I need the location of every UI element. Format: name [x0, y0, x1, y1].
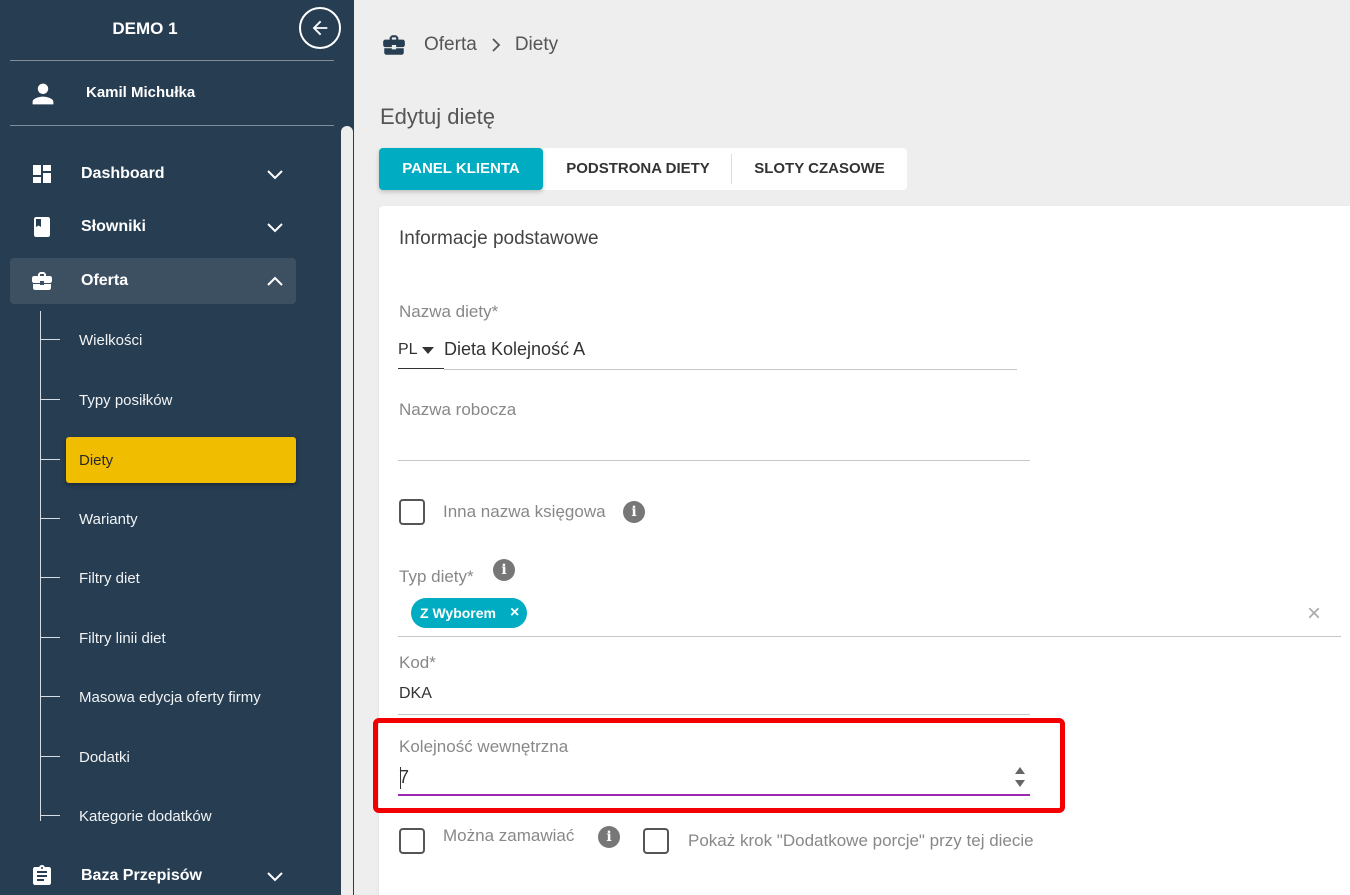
language-value: PL	[398, 341, 418, 358]
info-icon[interactable]: i	[598, 826, 620, 848]
nav-item-dashboard[interactable]: Dashboard	[10, 151, 296, 197]
tab-bar: PANEL KLIENTA PODSTRONA DIETY SLOTY CZAS…	[379, 148, 907, 190]
sidebar-item-label: Warianty	[79, 511, 138, 528]
nav-item-label: Oferta	[81, 272, 129, 289]
code-underline	[398, 714, 1030, 715]
sidebar-item-wielkosci[interactable]: Wielkości	[40, 317, 296, 363]
working-name-underline	[398, 460, 1030, 461]
working-name-input[interactable]	[398, 426, 1030, 460]
briefcase-icon	[383, 35, 405, 55]
sidebar-item-filtry-linii-diet[interactable]: Filtry linii diet	[40, 615, 296, 661]
user-profile[interactable]: Kamil Michułka	[0, 62, 340, 124]
diet-type-underline	[398, 636, 1341, 637]
extra-portions-label: Pokaż krok "Dodatkowe porcje" przy tej d…	[688, 831, 1034, 850]
form-card: Informacje podstawowe Nazwa diety* PL Di…	[373, 206, 1350, 895]
tab-podstrona-diety[interactable]: PODSTRONA DIETY	[545, 148, 731, 190]
divider	[10, 125, 334, 126]
submenu-tree-line	[40, 311, 41, 821]
section-title: Informacje podstawowe	[399, 228, 599, 249]
diet-type-label: Typ diety*	[399, 567, 474, 586]
extra-portions-checkbox[interactable]	[643, 828, 669, 854]
highlight-box	[373, 718, 1065, 813]
brand-title: DEMO 1	[112, 19, 178, 38]
sidebar-item-label: Wielkości	[79, 332, 143, 349]
sidebar-item-masowa-edycja[interactable]: Masowa edycja oferty firmy	[40, 674, 296, 720]
info-icon[interactable]: i	[493, 559, 515, 581]
sidebar-item-label: Typy posiłków	[79, 392, 173, 409]
working-name-label: Nazwa robocza	[399, 400, 517, 419]
dashboard-icon	[33, 165, 51, 183]
nav-item-baza-przepisow[interactable]: Baza Przepisów	[10, 853, 296, 895]
sidebar-scrollbar[interactable]	[341, 126, 353, 895]
sidebar-item-label: Masowa edycja oferty firmy	[79, 689, 261, 706]
chevron-down-icon	[267, 872, 283, 882]
chip-label: Z Wyborem	[420, 605, 496, 621]
internal-order-underline	[398, 794, 1030, 796]
nav-item-label: Słowniki	[81, 218, 146, 235]
info-icon[interactable]: i	[623, 501, 645, 523]
accounting-name-label: Inna nazwa księgowa	[443, 502, 606, 521]
sidebar-item-dodatki[interactable]: Dodatki	[40, 734, 296, 780]
language-select[interactable]: PL	[398, 338, 444, 370]
nav-item-label: Baza Przepisów	[81, 867, 202, 884]
accounting-name-checkbox[interactable]	[399, 499, 425, 525]
sidebar-item-warianty[interactable]: Warianty	[40, 496, 296, 542]
number-spinner-icon[interactable]	[1014, 766, 1026, 788]
breadcrumb-root[interactable]: Oferta	[424, 34, 477, 56]
clipboard-icon	[33, 865, 51, 885]
nav-item-slowniki[interactable]: Słowniki	[10, 204, 296, 250]
chevron-down-icon	[267, 170, 283, 180]
arrow-left-icon	[312, 20, 328, 36]
sidebar-item-label: Filtry linii diet	[79, 630, 166, 647]
sidebar: DEMO 1 Kamil Michułka Dashboard Słowniki…	[0, 0, 354, 895]
chevron-right-icon	[492, 38, 501, 52]
nav-item-oferta[interactable]: Oferta	[10, 258, 296, 304]
diet-name-label: Nazwa diety*	[399, 302, 499, 321]
code-label: Kod*	[399, 653, 436, 672]
chevron-down-icon	[267, 223, 283, 233]
divider	[10, 60, 334, 61]
caret-down-icon	[422, 347, 434, 354]
sidebar-item-diety[interactable]: Diety	[40, 437, 296, 483]
diet-name-underline	[444, 369, 1017, 370]
page-title: Edytuj dietę	[380, 104, 495, 129]
breadcrumb: Oferta Diety	[380, 30, 558, 60]
user-icon	[32, 83, 54, 105]
tab-sloty-czasowe[interactable]: SLOTY CZASOWE	[732, 148, 907, 190]
book-icon	[34, 217, 50, 237]
text-cursor	[400, 767, 401, 789]
internal-order-label: Kolejność wewnętrzna	[399, 737, 569, 756]
orderable-label: Można zamawiać	[443, 826, 575, 845]
sidebar-item-label: Dodatki	[79, 749, 130, 766]
user-name: Kamil Michułka	[86, 84, 196, 101]
sidebar-item-label: Kategorie dodatków	[79, 808, 212, 825]
diet-name-input[interactable]: Dieta Kolejność A	[444, 339, 585, 360]
collapse-sidebar-button[interactable]	[299, 7, 341, 49]
breadcrumb-current: Diety	[514, 34, 559, 55]
sidebar-item-filtry-diet[interactable]: Filtry diet	[40, 555, 296, 601]
clear-selection-icon[interactable]: ×	[1307, 600, 1321, 628]
chip-remove-icon[interactable]: ×	[510, 604, 519, 622]
sidebar-item-label: Filtry diet	[79, 570, 140, 587]
code-input[interactable]: DKA	[399, 685, 432, 703]
diet-type-chip[interactable]: Z Wyborem ×	[411, 598, 528, 628]
tab-panel-klienta[interactable]: PANEL KLIENTA	[379, 148, 543, 190]
chevron-up-icon	[267, 276, 283, 286]
orderable-checkbox[interactable]	[399, 828, 425, 854]
sidebar-item-label: Diety	[79, 452, 114, 469]
briefcase-icon	[32, 272, 52, 290]
sidebar-item-kategorie-dodatkow[interactable]: Kategorie dodatków	[40, 793, 296, 839]
nav-item-label: Dashboard	[81, 165, 165, 182]
sidebar-item-typy-posilkow[interactable]: Typy posiłków	[40, 377, 296, 423]
